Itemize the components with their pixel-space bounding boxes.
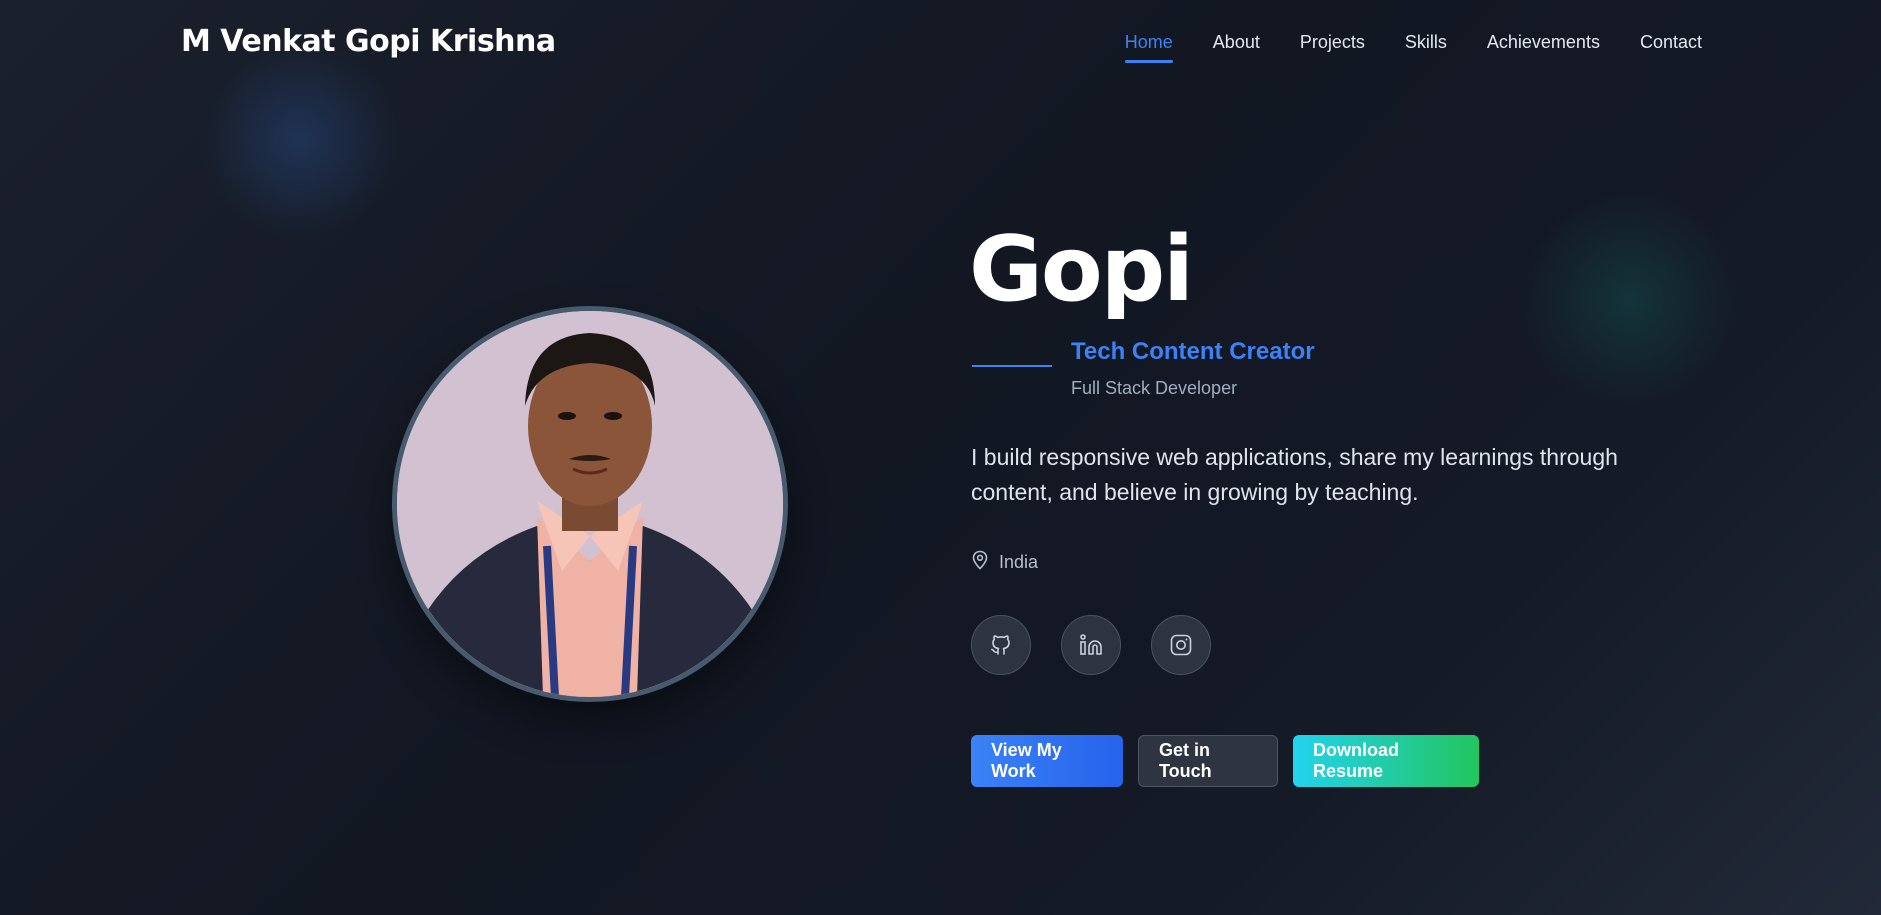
- map-pin-icon: [971, 550, 989, 575]
- nav-link-skills[interactable]: Skills: [1405, 32, 1447, 63]
- download-resume-button[interactable]: Download Resume: [1293, 735, 1479, 787]
- nav-links: Home About Projects Skills Achievements …: [1124, 32, 1702, 63]
- instagram-icon: [1170, 634, 1192, 656]
- background-glow-teal: [1520, 190, 1740, 410]
- brand-logo[interactable]: M Venkat Gopi Krishna: [181, 24, 556, 59]
- title-divider-line: [972, 365, 1052, 367]
- linkedin-link[interactable]: [1061, 615, 1121, 675]
- instagram-link[interactable]: [1151, 615, 1211, 675]
- view-work-button[interactable]: View My Work: [971, 735, 1123, 787]
- github-link[interactable]: [971, 615, 1031, 675]
- social-links: [971, 615, 1211, 675]
- hero-bio: I build responsive web applications, sha…: [971, 444, 1618, 505]
- get-in-touch-button[interactable]: Get in Touch: [1138, 735, 1278, 787]
- github-icon: [991, 635, 1010, 655]
- linkedin-icon: [1080, 634, 1102, 655]
- nav-link-about[interactable]: About: [1213, 32, 1260, 63]
- role-secondary: Full Stack Developer: [1071, 378, 1238, 398]
- hero-actions: View My Work Get in Touch Download Resum…: [971, 735, 1479, 787]
- location: India: [971, 550, 1038, 575]
- nav-link-projects[interactable]: Projects: [1300, 32, 1365, 63]
- navbar: M Venkat Gopi Krishna Home About Project…: [0, 0, 1881, 90]
- nav-link-contact[interactable]: Contact: [1640, 32, 1702, 63]
- location-text: India: [999, 552, 1039, 572]
- hero-name: Gopi: [969, 217, 1194, 322]
- profile-photo: [397, 311, 783, 697]
- role-primary: Tech Content Creator: [1071, 338, 1315, 365]
- profile-avatar: [392, 306, 788, 702]
- nav-link-home[interactable]: Home: [1124, 32, 1173, 63]
- nav-link-achievements[interactable]: Achievements: [1487, 32, 1600, 63]
